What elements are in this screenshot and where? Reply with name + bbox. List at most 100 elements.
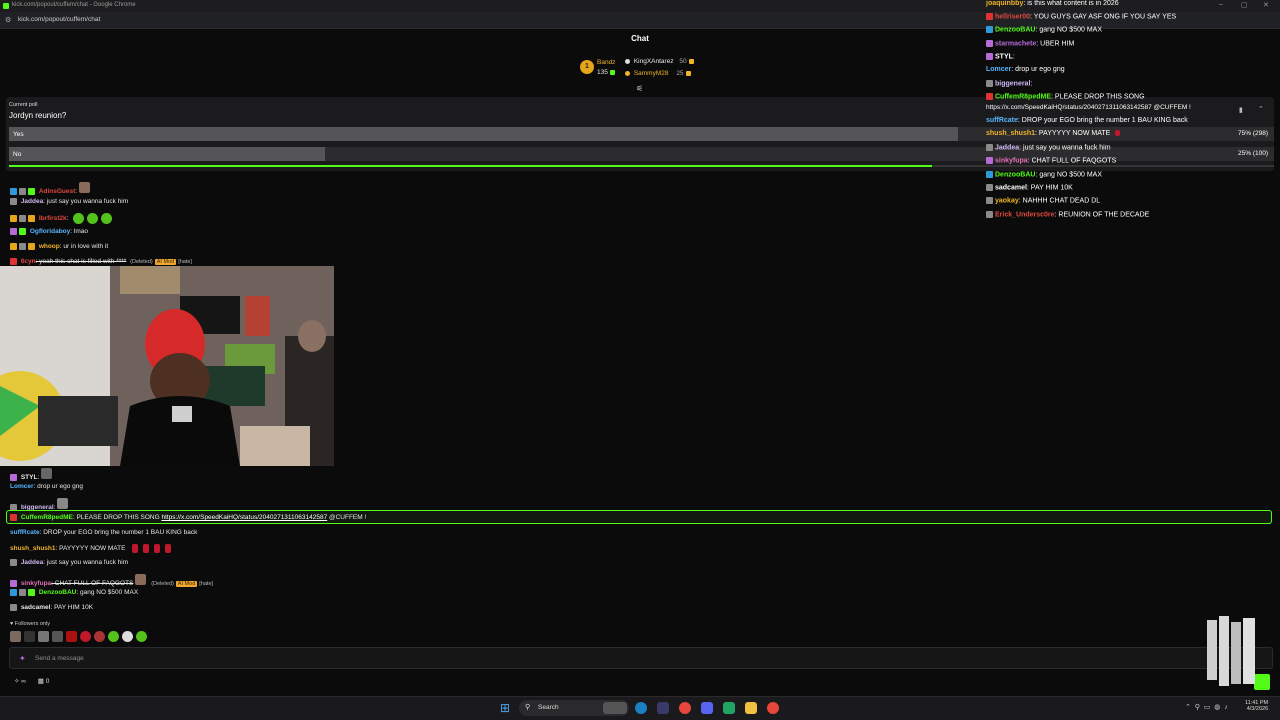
chat-username[interactable]: Ogfloridaboy (30, 228, 70, 235)
overlay-username: STYL (995, 53, 1013, 61)
mod-reason: [hate] (199, 581, 214, 587)
message-link[interactable]: https://x.com/SpeedKaiHQ/status/20402713… (161, 514, 327, 521)
message-input[interactable] (9, 647, 1273, 669)
emote-icon[interactable] (94, 631, 105, 642)
chat-username[interactable]: sadcamel (21, 604, 51, 611)
badge-icon (986, 40, 993, 47)
chat-username[interactable]: shush_shush1 (10, 545, 56, 552)
emote-icon[interactable] (108, 631, 119, 642)
discord-icon[interactable] (701, 702, 713, 714)
channel-points-value: ∞ (21, 678, 26, 685)
badge-icon (28, 589, 35, 596)
clock-date: 4/3/2026 (1246, 706, 1269, 712)
emote-icon[interactable] (24, 631, 35, 642)
badge-icon (10, 604, 17, 611)
badge-icon (986, 157, 993, 164)
chat-message[interactable]: STYL: (10, 468, 55, 481)
emote-icon[interactable] (38, 631, 49, 642)
chat-message[interactable]: Ogfloridaboy: lmao (10, 228, 88, 235)
pin-icon[interactable]: ▮ (1239, 106, 1243, 114)
badge-icon (10, 559, 17, 566)
search-icon[interactable]: ⚲ (525, 703, 530, 711)
message-placeholder[interactable]: Send a message (35, 655, 84, 662)
chat-username[interactable]: CuffemR8pedME (21, 514, 73, 521)
window-title: kick.com/popout/cuffem/chat - Google Chr… (12, 2, 136, 8)
chat-points-row[interactable]: ✧ ∞ ▦ 0 (14, 677, 49, 685)
badge-icon (28, 215, 35, 222)
emote-picker-icon[interactable]: ✦ (19, 654, 26, 663)
emote-icon[interactable] (122, 631, 133, 642)
system-tray[interactable]: ⌃ ⚲ ▭ ◍ ♪ (1185, 703, 1228, 711)
emote-icon[interactable] (136, 631, 147, 642)
chat-username[interactable]: Jaddea (21, 198, 43, 205)
chat-username[interactable]: DenzooBAU (39, 589, 77, 596)
chat-username[interactable]: STYL (21, 474, 38, 481)
overlay-chat-line: Lomcer: drop ur ego gng (986, 66, 1065, 73)
ai-mod-tag: AI Mod (154, 259, 177, 266)
chat-message[interactable]: suffRcate: DROP your EGO bring the numbe… (10, 529, 197, 536)
chat-message[interactable]: sadcamel: PAY HIM 10K (10, 604, 93, 611)
top-gifter-name[interactable]: Bandz (597, 59, 615, 66)
overlay-username: Jaddea (995, 144, 1020, 152)
emote-icon[interactable] (10, 631, 21, 642)
gift-sub-icon[interactable]: ▦ (38, 678, 44, 685)
gift-leader-row[interactable]: KingXAntarez 50 (623, 58, 696, 65)
chat-message[interactable]: DenzooBAU: gang NO $500 MAX (10, 589, 138, 596)
chat-username[interactable]: AdinsGuest (39, 188, 75, 195)
chat-message[interactable]: Jaddea: just say you wanna fuck him (10, 198, 128, 205)
chat-username[interactable]: Lomcer (10, 483, 33, 490)
close-window-button[interactable]: ✕ (1263, 1, 1269, 9)
chat-message[interactable]: AdinsGuest: (10, 182, 93, 195)
chat-message[interactable]: Ibrfirst2k: (10, 213, 113, 224)
app-icon[interactable] (657, 702, 669, 714)
chat-text: : just say you wanna fuck him (43, 559, 129, 567)
chat-username[interactable]: Jaddea (21, 559, 43, 566)
steam-icon[interactable] (635, 702, 647, 714)
gift-leader-name: SammyM28 (633, 70, 669, 77)
windows-start-icon[interactable]: ⊞ (500, 701, 513, 715)
badge-icon (10, 473, 17, 481)
file-explorer-icon[interactable] (745, 702, 757, 714)
chat-message[interactable]: shush_shush1: PAYYYYY NOW MATE (10, 544, 172, 553)
app-icon[interactable] (723, 702, 735, 714)
emote-icon[interactable] (52, 631, 63, 642)
embedded-image[interactable] (0, 266, 334, 466)
highlighted-message-content[interactable]: CuffemR8pedME: PLEASE DROP THIS SONG htt… (10, 514, 366, 521)
chat-username[interactable]: Ibrfirst2k (39, 215, 67, 222)
emote-icon[interactable] (66, 631, 77, 642)
gift-leader-row[interactable]: SammyM28 25 (623, 70, 693, 77)
chat-text: : yeah this chat is filled with **** (35, 258, 127, 266)
chat-text: : drop ur ego gng (33, 483, 83, 490)
badge-icon (986, 211, 993, 218)
chat-filter-icon[interactable]: ⚟ (636, 84, 643, 93)
chrome-icon[interactable] (767, 702, 779, 714)
badge-icon (986, 184, 993, 191)
taskbar-search-label[interactable]: Search (538, 704, 559, 711)
url-text[interactable]: kick.com/popout/cuffem/chat (18, 16, 100, 23)
site-settings-icon[interactable]: ⚙ (5, 16, 12, 24)
chat-message[interactable]: Lomcer: drop ur ego gng (10, 483, 83, 490)
chevron-up-icon[interactable]: ⌃ (1258, 105, 1264, 113)
channel-points-icon[interactable]: ✧ (14, 678, 19, 685)
chat-message[interactable]: sinkyfupa: CHAT FULL OF FAQGOTS (Deleted… (10, 574, 213, 587)
emote-icon (1115, 130, 1121, 137)
minimize-button[interactable]: – (1219, 1, 1223, 8)
search-highlight-icon[interactable] (603, 702, 627, 714)
gift-icon (688, 58, 694, 64)
chat-text: : lmao (70, 228, 88, 236)
chat-message[interactable]: 6cyn: yeah this chat is filled with ****… (10, 258, 192, 266)
maximize-button[interactable]: ▢ (1241, 1, 1248, 9)
overlay-username: shush_shush1 (986, 130, 1036, 137)
chrome-icon[interactable] (679, 702, 691, 714)
badge-icon (986, 13, 993, 20)
chat-message[interactable]: whoop: ur in love with it (10, 243, 108, 250)
emote-icon[interactable] (80, 631, 91, 642)
chat-username[interactable]: sinkyfupa (21, 580, 51, 587)
chat-username[interactable]: whoop (39, 243, 60, 250)
chat-username[interactable]: 6cyn (21, 258, 36, 265)
taskbar-clock[interactable]: 11:41 PM 4/3/2026 (1245, 700, 1268, 712)
chat-username[interactable]: suffRcate (10, 529, 40, 536)
overlay-text: : NAHHH CHAT DEAD DL (1018, 197, 1101, 205)
overlay-username: sinkyfupa (995, 157, 1028, 165)
chat-message[interactable]: Jaddea: just say you wanna fuck him (10, 559, 128, 566)
